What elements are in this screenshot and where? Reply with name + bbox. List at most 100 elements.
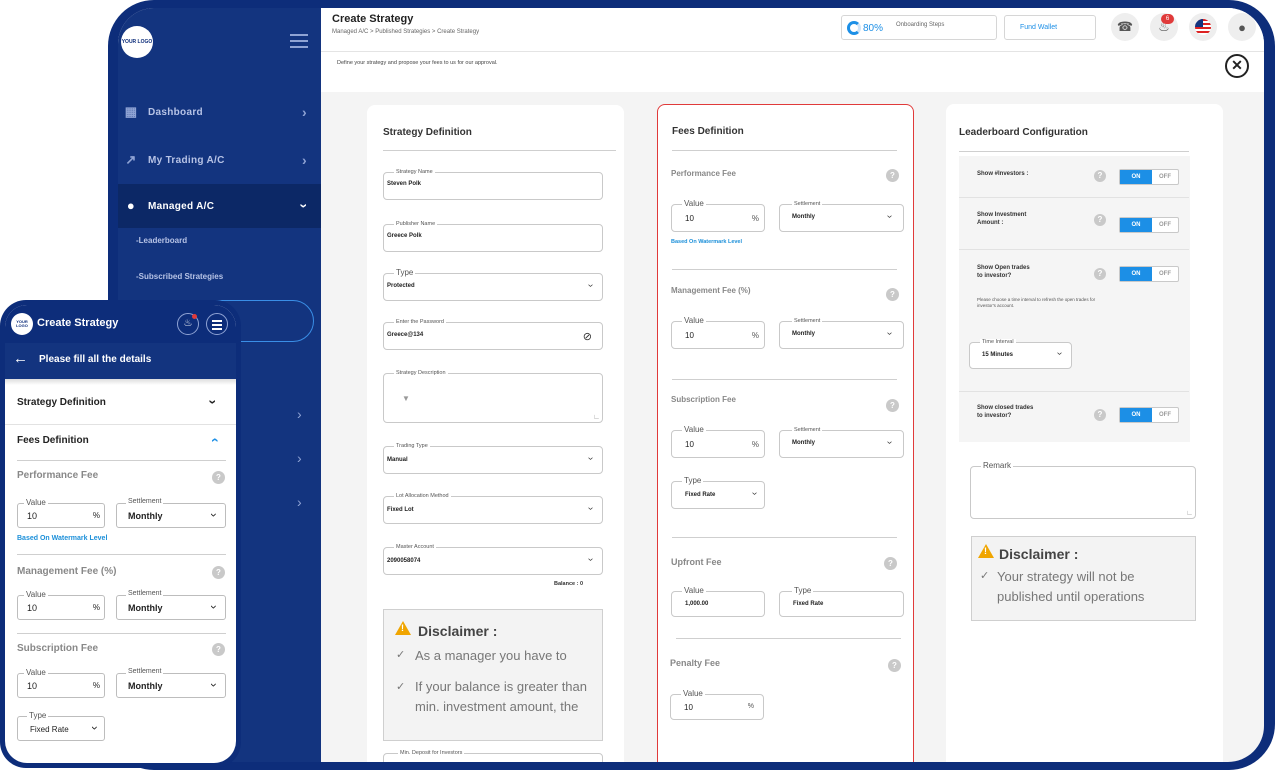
- field-label: Type: [394, 268, 416, 277]
- logo-text: YOUR LOGO: [16, 319, 28, 328]
- nav-dashboard[interactable]: ▦ Dashboard ›: [118, 90, 321, 134]
- show-investment-label-2: Amount :: [977, 220, 1004, 226]
- menu-icon[interactable]: [290, 34, 308, 52]
- user-icon[interactable]: ●: [1228, 13, 1256, 41]
- min-deposit-field[interactable]: Min. Deposit for Investors: [383, 750, 603, 762]
- logo-text: YOUR LOGO: [121, 38, 153, 45]
- breadcrumb[interactable]: Managed A/C > Published Strategies > Cre…: [332, 29, 479, 35]
- mobile-subscription-settlement[interactable]: Settlement Monthly ›: [116, 668, 226, 698]
- field-value: Monthly: [128, 511, 163, 521]
- mobile-performance-value[interactable]: Value 10 %: [17, 498, 105, 528]
- intro-text: Define your strategy and propose your fe…: [337, 60, 498, 66]
- divider: [672, 537, 897, 538]
- mobile-strategy-definition-row[interactable]: Strategy Definition ›: [5, 392, 236, 422]
- mobile-performance-settlement[interactable]: Settlement Monthly ›: [116, 498, 226, 528]
- resize-handle-icon[interactable]: ∟: [593, 414, 600, 421]
- check-circle-icon: ✓: [396, 649, 406, 661]
- chart-icon: ↗: [125, 152, 137, 167]
- nav-subscribed-strategies[interactable]: -Subscribed Strategies: [136, 272, 223, 281]
- help-icon[interactable]: ?: [884, 557, 897, 570]
- password-field[interactable]: Enter the Password Greece@134 ⊘: [383, 319, 603, 350]
- mobile-management-settlement[interactable]: Settlement Monthly ›: [116, 590, 226, 620]
- support-icon[interactable]: ☎: [1111, 13, 1139, 41]
- divider: [17, 554, 226, 555]
- trading-type-select[interactable]: Trading Type Manual ›: [383, 443, 603, 474]
- fees-definition-title: Fees Definition: [672, 126, 744, 137]
- upfront-value-field[interactable]: Value 1,000.00: [671, 586, 765, 617]
- fund-wallet-button[interactable]: Fund Wallet: [1004, 15, 1096, 40]
- remark-field[interactable]: Remark ∟: [970, 461, 1196, 519]
- mobile-watermark-link[interactable]: Based On Watermark Level: [17, 535, 107, 542]
- upfront-type-field[interactable]: Type Fixed Rate: [779, 586, 904, 617]
- field-label: Value: [682, 316, 706, 325]
- performance-settlement-select[interactable]: Settlement Monthly ›: [779, 201, 904, 232]
- progress-label: Onboarding Steps: [896, 22, 945, 28]
- intro-bar: Define your strategy and propose your fe…: [321, 52, 1264, 92]
- subscription-value-field[interactable]: Value 10 %: [671, 425, 765, 458]
- help-icon[interactable]: ?: [1094, 268, 1106, 280]
- back-arrow-icon[interactable]: ←: [13, 350, 28, 367]
- strategy-definition-title: Strategy Definition: [383, 127, 472, 138]
- subscription-settlement-select[interactable]: Settlement Monthly ›: [779, 427, 904, 458]
- help-icon[interactable]: ?: [212, 643, 225, 656]
- chevron-down-icon: ›: [584, 506, 596, 511]
- field-label: Value: [682, 199, 706, 208]
- nav-my-trading[interactable]: ↗ My Trading A/C ›: [118, 138, 321, 182]
- watermark-link[interactable]: Based On Watermark Level: [671, 239, 742, 245]
- mobile-subscription-type[interactable]: Type Fixed Rate ›: [17, 711, 105, 741]
- strategy-name-field[interactable]: Strategy Name Steven Polk: [383, 169, 603, 200]
- nav-managed-ac[interactable]: ● Managed A/C ›: [118, 184, 321, 228]
- strategy-description-field[interactable]: Strategy Description ▼ ∟: [383, 370, 603, 423]
- flag-icon[interactable]: [1189, 13, 1217, 41]
- show-closed-trades-toggle[interactable]: ON OFF: [1119, 407, 1179, 423]
- close-icon[interactable]: ✕: [1225, 54, 1249, 78]
- show-open-trades-toggle[interactable]: ON OFF: [1119, 266, 1179, 282]
- disclaimer-item: If your balance is greater than: [415, 679, 587, 694]
- onboarding-progress[interactable]: 80% Onboarding Steps: [841, 15, 997, 40]
- show-investors-toggle[interactable]: ON OFF: [1119, 169, 1179, 185]
- type-select[interactable]: Type Protected ›: [383, 268, 603, 301]
- management-settlement-select[interactable]: Settlement Monthly ›: [779, 318, 904, 349]
- field-label: Publisher Name: [394, 221, 438, 227]
- field-value: Fixed Rate: [685, 492, 716, 498]
- management-value-field[interactable]: Value 10 %: [671, 316, 765, 349]
- time-interval-select[interactable]: Time Interval 15 Minutes ›: [969, 339, 1072, 369]
- performance-value-field[interactable]: Value 10 %: [671, 199, 765, 232]
- mobile-subscription-value[interactable]: Value 10 %: [17, 668, 105, 698]
- penalty-value-field[interactable]: Value 10 %: [670, 689, 764, 720]
- leaderboard-options: Show #Investors : ? ON OFF Show Investmen…: [959, 156, 1190, 442]
- eye-slash-icon[interactable]: ⊘: [583, 330, 592, 343]
- field-value: Manual: [387, 457, 408, 463]
- toggle-on: ON: [1120, 218, 1152, 232]
- help-icon[interactable]: ?: [886, 169, 899, 182]
- help-icon[interactable]: ?: [886, 288, 899, 301]
- resize-handle-icon[interactable]: ∟: [1186, 510, 1193, 517]
- help-icon[interactable]: ?: [212, 471, 225, 484]
- show-investment-toggle[interactable]: ON OFF: [1119, 217, 1179, 233]
- management-fee-label: Management Fee (%): [671, 286, 751, 295]
- field-label: Value: [681, 689, 705, 698]
- publisher-name-field[interactable]: Publisher Name Greece Polk: [383, 221, 603, 252]
- help-icon[interactable]: ?: [886, 399, 899, 412]
- help-icon[interactable]: ?: [1094, 214, 1106, 226]
- percent-sign: %: [751, 214, 759, 223]
- show-open-trades-label: Show Open trades: [977, 265, 1030, 271]
- subscription-type-select[interactable]: Type Fixed Rate ›: [671, 476, 765, 509]
- nav-leaderboard[interactable]: -Leaderboard: [136, 236, 187, 245]
- master-account-select[interactable]: Master Account 2090058074 ›: [383, 544, 603, 575]
- mobile-fees-definition-row[interactable]: Fees Definition ›: [5, 430, 236, 460]
- help-icon[interactable]: ?: [212, 566, 225, 579]
- help-icon[interactable]: ?: [1094, 170, 1106, 182]
- toggle-off: OFF: [1159, 271, 1171, 277]
- help-icon[interactable]: ?: [1094, 409, 1106, 421]
- menu-icon[interactable]: [206, 313, 228, 335]
- mobile-performance-fee-label: Performance Fee: [17, 470, 99, 481]
- field-label: Settlement: [126, 498, 164, 505]
- help-icon[interactable]: ?: [888, 659, 901, 672]
- mobile-management-value[interactable]: Value 10 %: [17, 590, 105, 620]
- lot-allocation-select[interactable]: Lot Allocation Method Fixed Lot ›: [383, 493, 603, 524]
- progress-value: 80%: [863, 23, 884, 34]
- field-value: 10: [685, 440, 694, 449]
- show-open-trades-label-2: to investor?: [977, 273, 1012, 279]
- chevron-right-icon: ›: [302, 104, 307, 120]
